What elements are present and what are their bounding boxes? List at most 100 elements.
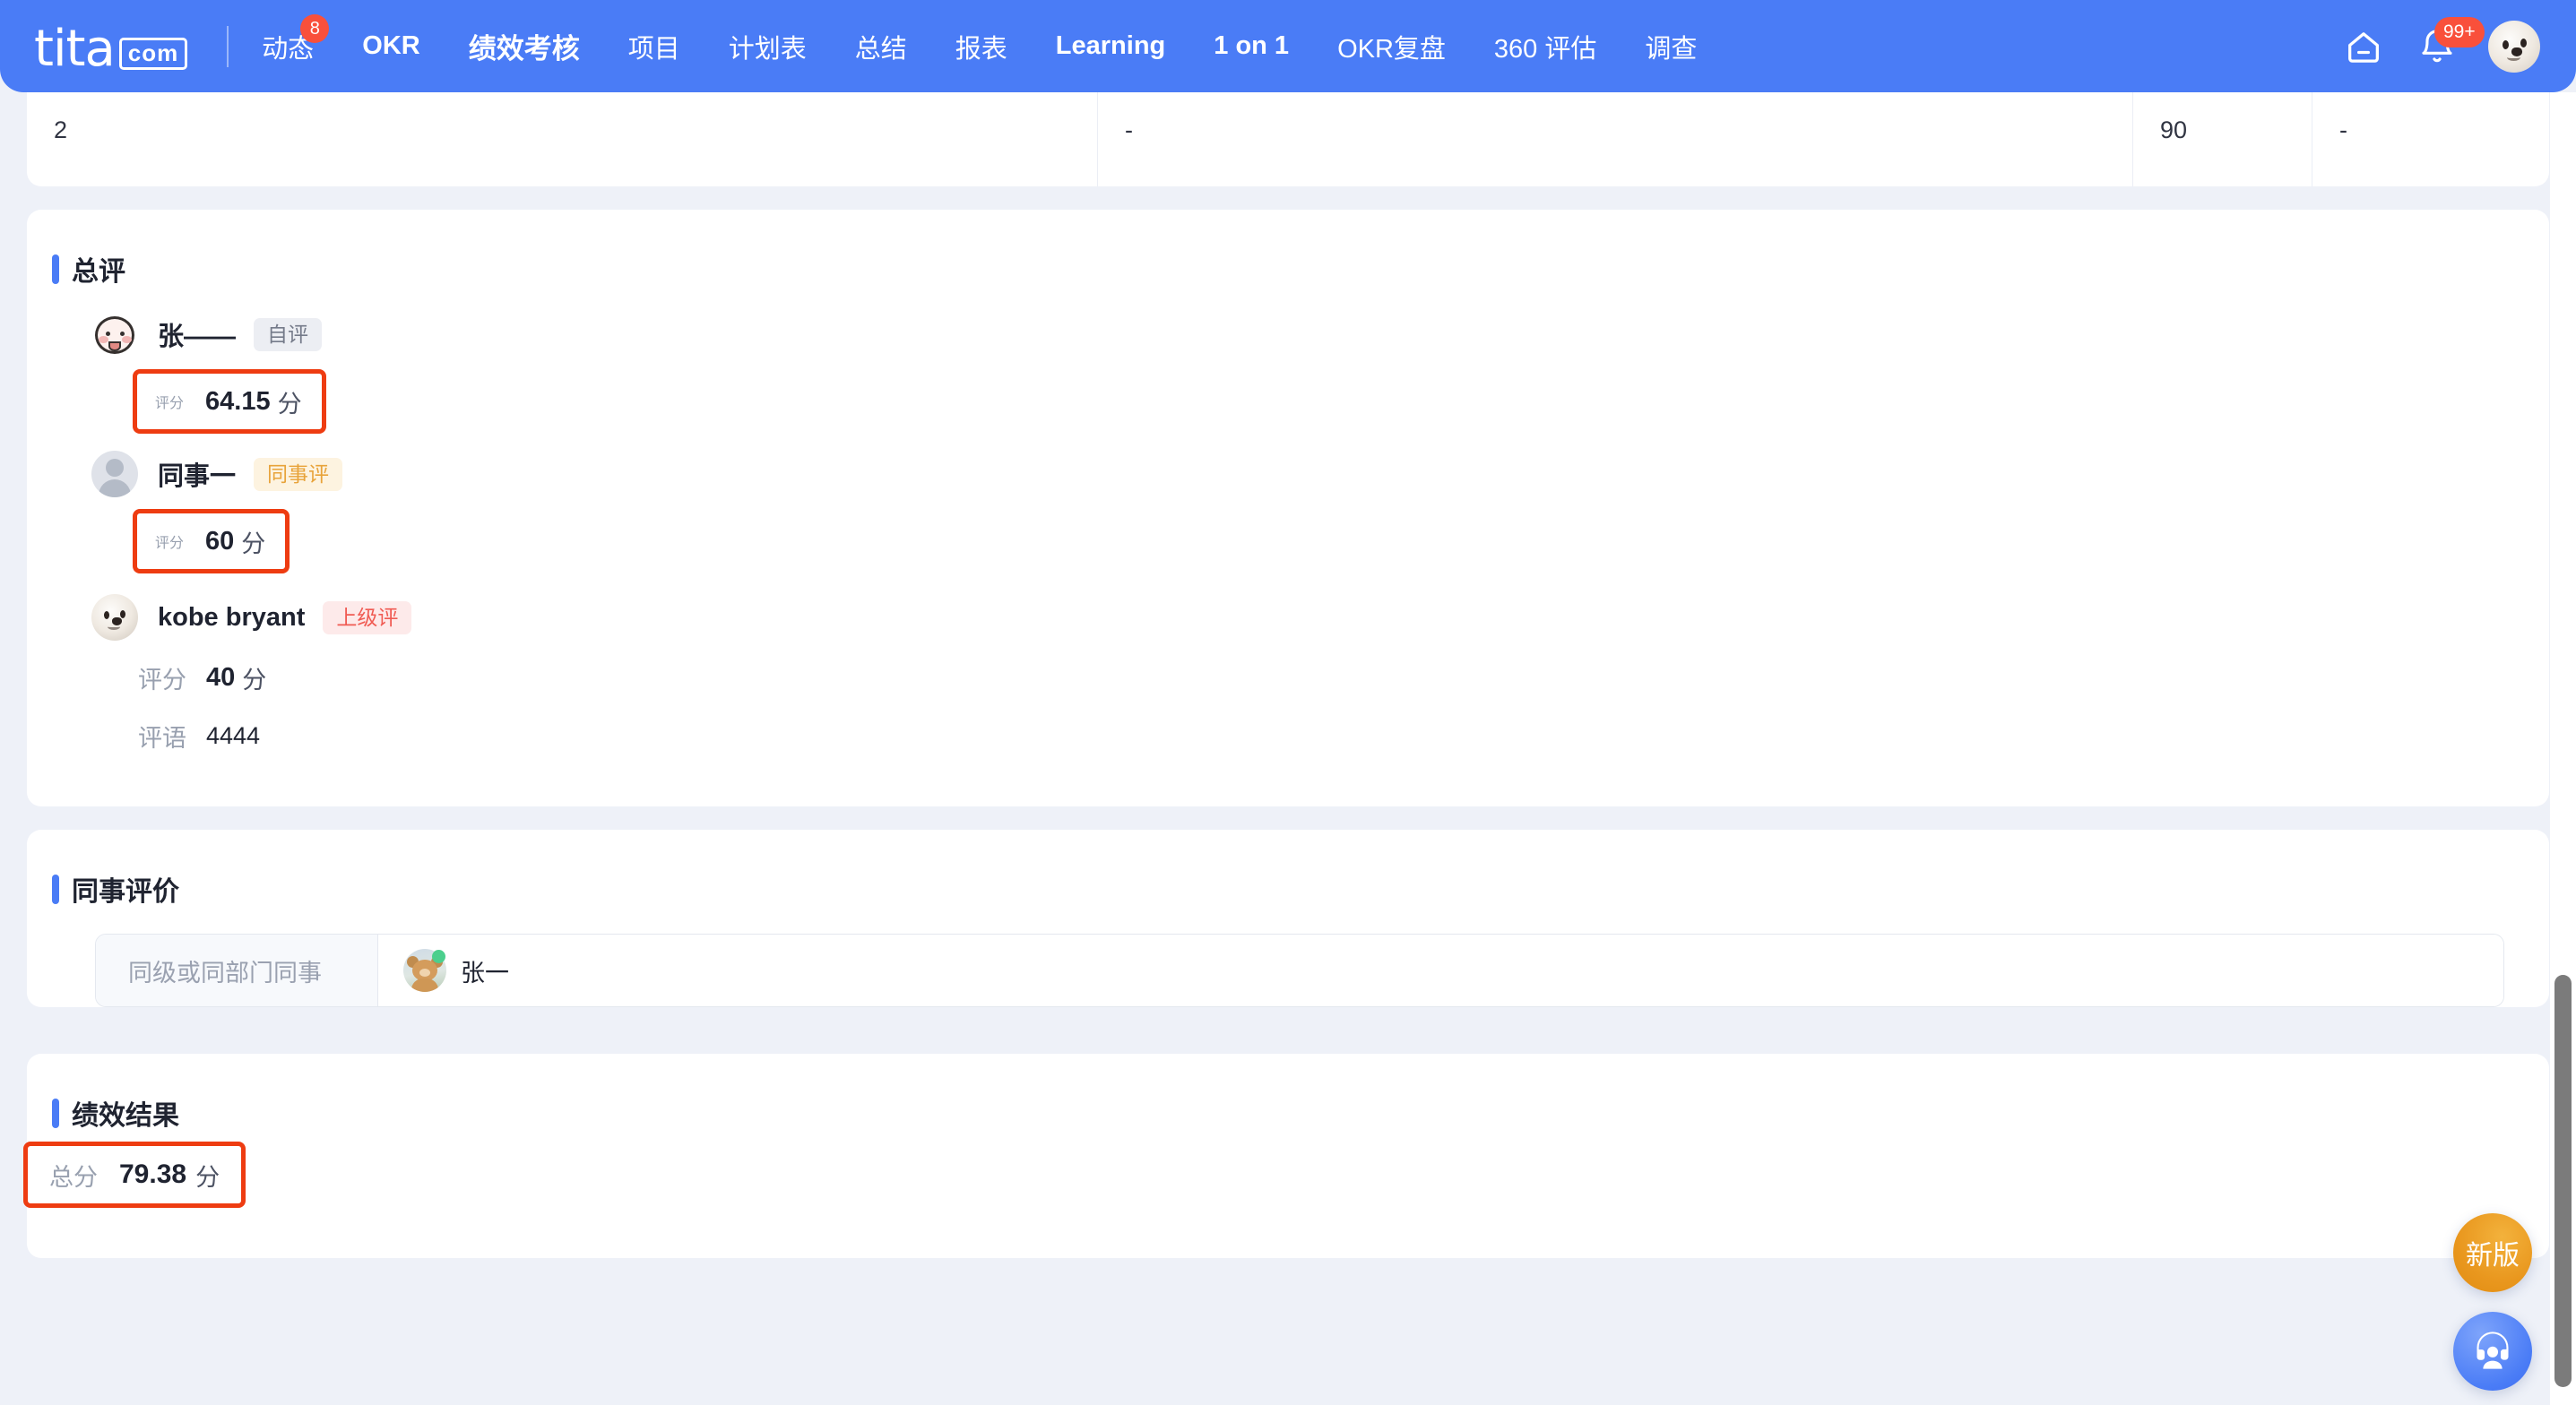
floating-action-buttons: 新版 <box>2443 1213 2542 1391</box>
reviewer-list: 张—— 自评 评分 64.15 分 同事一 同事评 评分 60 分 kobe b… <box>27 289 2549 806</box>
section-title: 总评 <box>72 257 125 287</box>
avatar-eye-left-icon <box>106 332 110 336</box>
section-accent-bar <box>52 254 59 284</box>
nav-items: 动态 8 OKR 绩效考核 项目 计划表 总结 报表 Learning 1 on… <box>238 0 1721 92</box>
reviewer-header: 张—— 自评 <box>91 306 2549 362</box>
section-accent-bar <box>52 874 59 904</box>
top-navigation-bar: tita com 动态 8 OKR 绩效考核 项目 计划表 总结 报表 Lear… <box>0 0 2576 92</box>
vertical-scrollbar-thumb[interactable] <box>2554 975 2572 1387</box>
new-version-label: 新版 <box>2466 1241 2520 1271</box>
score-unit: 分 <box>241 530 266 557</box>
score-unit: 分 <box>242 666 267 694</box>
performance-result-header: 绩效结果 <box>27 1054 2549 1133</box>
nav-item-dongtai[interactable]: 动态 8 <box>238 0 338 92</box>
table-cell-score: - <box>2339 116 2347 143</box>
peer-evaluation-card: 同事评价 同级或同部门同事 张一 <box>27 830 2549 1007</box>
total-score-label: 总分 <box>49 1163 98 1191</box>
logo-wordmark: tita <box>34 19 116 78</box>
notifications-button[interactable]: 99+ <box>2409 16 2485 74</box>
avatar-body-icon <box>411 978 438 992</box>
online-status-dot <box>432 950 445 963</box>
score-label: 评分 <box>138 666 186 694</box>
table-row: 2 - 90 - <box>27 92 2549 186</box>
home-button[interactable] <box>2336 19 2391 74</box>
nav-item-label: 360 评估 <box>1493 34 1597 64</box>
peer-field-label: 同级或同部门同事 <box>96 935 378 1006</box>
avatar-body-icon <box>99 479 131 497</box>
supervisor-comment-line: 评语 4444 <box>138 715 2549 756</box>
nav-item-learning[interactable]: Learning <box>1032 0 1189 92</box>
peer-avatar-wrap <box>403 949 446 992</box>
peer-selector-field[interactable]: 同级或同部门同事 张一 <box>95 934 2504 1007</box>
avatar-cheek-right-icon <box>122 336 132 343</box>
avatar-mouth-icon <box>2506 54 2520 61</box>
nav-item-okr[interactable]: OKR <box>338 0 444 92</box>
score-unit: 分 <box>277 390 302 418</box>
nav-item-survey[interactable]: 调查 <box>1621 0 1721 92</box>
logo-com-suffix: com <box>118 37 188 70</box>
nav-divider <box>227 25 229 67</box>
nav-item-label: 调查 <box>1645 34 1698 64</box>
nav-item-okr-review[interactable]: OKR复盘 <box>1313 0 1470 92</box>
comment-value: 4444 <box>206 721 261 749</box>
reviewer-type-badge: 自评 <box>254 317 323 351</box>
nav-item-summary[interactable]: 总结 <box>831 0 931 92</box>
section-title: 同事评价 <box>72 877 179 907</box>
nav-item-report[interactable]: 报表 <box>931 0 1032 92</box>
reviewer-type-badge: 上级评 <box>323 600 412 634</box>
nav-item-label: 总结 <box>854 34 907 64</box>
score-label: 评分 <box>155 396 185 411</box>
home-icon <box>2348 31 2379 63</box>
vertical-scrollbar-track[interactable] <box>2550 92 2576 1405</box>
reviewer-avatar <box>91 594 138 641</box>
reviewer-supervisor: kobe bryant 上级评 评分 40 分 评语 4444 <box>91 590 2549 756</box>
self-score-highlight: 评分 64.15 分 <box>133 369 326 434</box>
avatar-eye-left-icon <box>2503 39 2510 49</box>
user-avatar[interactable] <box>2488 20 2540 73</box>
notification-badge: 99+ <box>2434 16 2485 47</box>
nav-item-label: Learning <box>1055 31 1166 60</box>
score-label: 评分 <box>155 536 185 551</box>
supervisor-score-line: 评分 40 分 <box>138 652 2549 702</box>
headset-support-icon <box>2477 1332 2509 1369</box>
nav-item-performance[interactable]: 绩效考核 <box>445 0 604 92</box>
total-score-unit: 分 <box>195 1163 220 1191</box>
nav-item-label: OKR <box>362 31 420 60</box>
avatar-eye-right-icon <box>2520 39 2527 48</box>
goal-table-card: 2 - 90 - <box>27 92 2549 186</box>
avatar-eye-right-icon <box>120 332 125 336</box>
reviewer-peer: 同事一 同事评 评分 60 分 <box>91 446 2549 573</box>
table-cell-index: 2 <box>27 92 1098 186</box>
overall-review-header: 总评 <box>27 210 2549 289</box>
nav-item-label: 1 on 1 <box>1214 31 1290 60</box>
overall-review-card: 总评 张—— 自评 评分 64.15 分 同事一 同事评 评分 60 分 kob… <box>27 210 2549 806</box>
avatar-mouth-icon <box>108 341 121 351</box>
performance-result-card: 绩效结果 总分 79.38 分 <box>23 1054 2549 1258</box>
peer-field-value[interactable]: 张一 <box>378 935 2503 1006</box>
nav-item-plan[interactable]: 计划表 <box>705 0 831 92</box>
avatar-cheek-left-icon <box>99 336 108 343</box>
nav-item-label: 项目 <box>627 34 680 64</box>
avatar-head-icon <box>106 459 124 477</box>
reviewer-header: kobe bryant 上级评 <box>91 590 2549 645</box>
peer-selected-name: 张一 <box>461 959 509 987</box>
nav-right-actions: 99+ <box>2318 16 2540 74</box>
nav-item-label: 绩效考核 <box>468 33 580 65</box>
reviewer-avatar <box>91 311 138 358</box>
nav-item-project[interactable]: 项目 <box>604 0 705 92</box>
nav-badge-count: 8 <box>300 14 330 43</box>
section-accent-bar <box>52 1098 59 1128</box>
nav-item-one-on-one[interactable]: 1 on 1 <box>1189 0 1313 92</box>
reviewer-name: kobe bryant <box>158 602 306 632</box>
nav-item-label: 报表 <box>955 34 1007 64</box>
total-score-highlight: 总分 79.38 分 <box>23 1142 246 1208</box>
nav-item-360-assessment[interactable]: 360 评估 <box>1470 0 1621 92</box>
nav-item-label: OKR复盘 <box>1337 34 1446 64</box>
tita-logo[interactable]: tita com <box>34 19 188 78</box>
customer-support-button[interactable] <box>2453 1312 2532 1391</box>
peer-score-highlight: 评分 60 分 <box>133 509 290 573</box>
new-version-button[interactable]: 新版 <box>2453 1213 2532 1292</box>
peer-evaluation-header: 同事评价 <box>27 830 2549 909</box>
avatar-mouth-icon <box>107 623 121 630</box>
avatar-snout-icon <box>419 969 430 977</box>
